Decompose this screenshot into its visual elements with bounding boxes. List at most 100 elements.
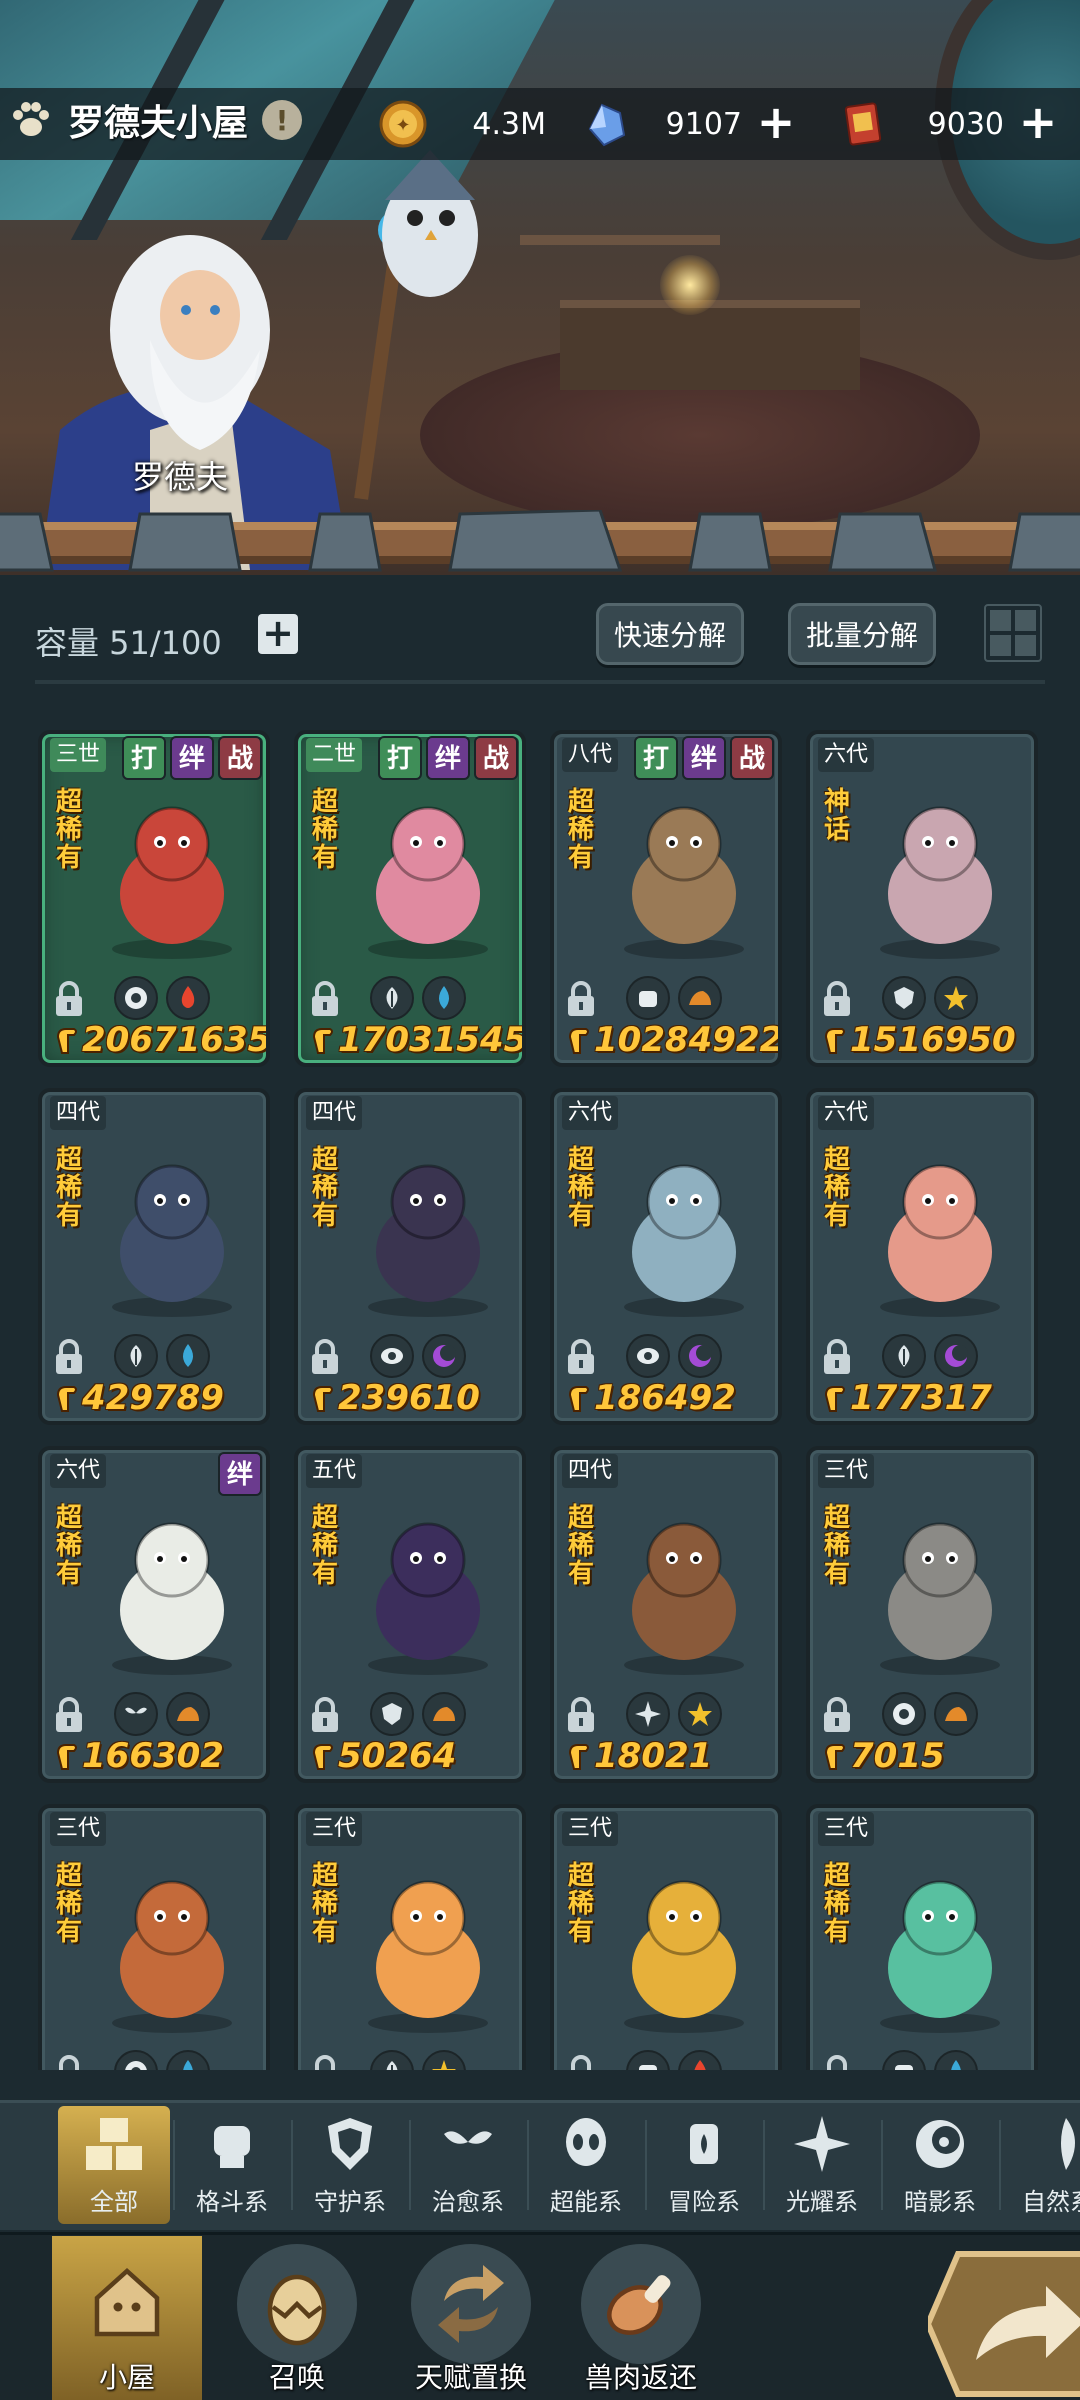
pet-card[interactable]: 六代 超稀有 177317: [806, 1088, 1038, 1425]
meat-icon: [607, 2275, 671, 2335]
power-display: 1516950: [820, 1020, 1016, 1060]
add-ticket-button[interactable]: +: [1016, 99, 1060, 146]
rock-icon: [934, 1692, 978, 1736]
lock-icon[interactable]: [820, 1338, 854, 1376]
category-tab[interactable]: 超能系: [530, 2106, 642, 2224]
rock-icon: [678, 976, 722, 1020]
nav-item[interactable]: 召唤: [222, 2236, 372, 2400]
power-display: 7015: [820, 1736, 945, 1776]
power-fist-icon: [824, 1386, 845, 1412]
power-value: 429789: [82, 1378, 224, 1418]
creature-portrait: [624, 1522, 744, 1675]
pet-card[interactable]: 三代 超稀有: [294, 1804, 526, 2070]
rock-icon: [422, 1692, 466, 1736]
blue-crystal-icon: [588, 103, 626, 147]
pet-card[interactable]: 四代 超稀有 429789: [38, 1088, 270, 1425]
nav-item[interactable]: 天赋置换: [396, 2236, 546, 2400]
power-fist-icon: [56, 1744, 77, 1770]
info-icon[interactable]: !: [262, 100, 303, 140]
creature-portrait: [112, 1164, 232, 1317]
lock-icon[interactable]: [820, 980, 854, 1018]
desk: [560, 300, 860, 390]
lock-icon[interactable]: [52, 1338, 86, 1376]
category-separator: [763, 2120, 765, 2210]
divider: [35, 680, 1045, 684]
category-label: 格斗系: [196, 2188, 268, 2216]
grid-view-icon[interactable]: [984, 604, 1042, 662]
water-icon: [166, 1334, 210, 1378]
attribute-icons: [626, 1692, 722, 1736]
category-tab[interactable]: 光耀系: [766, 2106, 878, 2224]
category-tab[interactable]: 格斗系: [176, 2106, 288, 2224]
lock-icon[interactable]: [820, 1696, 854, 1734]
rarity-label: 超稀有: [567, 1145, 594, 1231]
rarity-label: 超稀有: [311, 1861, 338, 1947]
lock-icon[interactable]: [308, 2054, 342, 2070]
lock-icon[interactable]: [52, 2054, 86, 2070]
lock-icon[interactable]: [564, 1696, 598, 1734]
generation-badge: 三世: [50, 738, 107, 772]
pet-card[interactable]: 三世打绊战超稀有 20671635: [38, 730, 270, 1067]
pet-card[interactable]: 八代打绊战超稀有 10284922: [550, 730, 782, 1067]
app-root: { "header": { "title": "罗德夫小屋", "npc_nam…: [0, 0, 1080, 2400]
creature-portrait: [112, 806, 232, 959]
generation-badge: 四代: [306, 1096, 363, 1130]
nav-item[interactable]: 小屋: [52, 2236, 202, 2400]
nav-item[interactable]: 兽肉返还: [566, 2236, 716, 2400]
category-tab[interactable]: 冒险系: [648, 2106, 760, 2224]
lock-icon[interactable]: [564, 980, 598, 1018]
nav-label: 召唤: [268, 2361, 325, 2394]
category-tab[interactable]: 自然系: [1002, 2106, 1080, 2224]
lock-icon[interactable]: [308, 1338, 342, 1376]
generation-badge: 八代: [562, 738, 619, 772]
creature-portrait: [880, 1880, 1000, 2033]
rarity-label: 超稀有: [823, 1503, 850, 1589]
pet-card[interactable]: 六代 超稀有 186492: [550, 1088, 782, 1425]
lock-icon[interactable]: [820, 2054, 854, 2070]
pet-card[interactable]: 三代 超稀有: [38, 1804, 270, 2070]
eye-icon: [370, 1334, 414, 1378]
power-display: 177317: [820, 1378, 992, 1418]
lock-icon[interactable]: [308, 980, 342, 1018]
attribute-icons: [882, 1334, 978, 1378]
batch-decompose-button[interactable]: 批量分解: [788, 603, 936, 665]
fist-icon: [882, 2050, 926, 2070]
rarity-label: 超稀有: [55, 787, 82, 873]
generation-badge: 三代: [818, 1454, 875, 1488]
crescent-eye-icon: [916, 2120, 964, 2168]
quick-decompose-button[interactable]: 快速分解: [596, 603, 744, 665]
arrow-go-button[interactable]: [928, 2248, 1080, 2400]
category-tab[interactable]: 治愈系: [412, 2106, 524, 2224]
lock-icon[interactable]: [564, 2054, 598, 2070]
pet-card[interactable]: 五代 超稀有 50264: [294, 1446, 526, 1783]
lock-icon[interactable]: [52, 980, 86, 1018]
pet-card[interactable]: 六代 神话 1516950: [806, 730, 1038, 1067]
pet-card[interactable]: 三代 超稀有: [550, 1804, 782, 2070]
pet-card[interactable]: 六代绊超稀有 166302: [38, 1446, 270, 1783]
category-tab[interactable]: 全部: [58, 2106, 170, 2224]
attribute-icons: [882, 2050, 978, 2070]
expand-capacity-button[interactable]: +: [258, 614, 298, 654]
category-tab[interactable]: 暗影系: [884, 2106, 996, 2224]
pet-card[interactable]: 三代 超稀有: [806, 1804, 1038, 2070]
power-display: 10284922: [564, 1020, 778, 1060]
pet-card[interactable]: 二世打绊战超稀有 17031545: [294, 730, 526, 1067]
shield-icon: [328, 2118, 372, 2170]
attribute-icons: [882, 976, 978, 1020]
power-fist-icon: [56, 1028, 77, 1054]
power-display: 186492: [564, 1378, 736, 1418]
add-crystal-button[interactable]: +: [754, 99, 798, 146]
lock-icon[interactable]: [564, 1338, 598, 1376]
pet-card[interactable]: 四代 超稀有 239610: [294, 1088, 526, 1425]
pet-card[interactable]: 四代 超稀有 18021: [550, 1446, 782, 1783]
creature-portrait: [624, 806, 744, 959]
fist-icon: [626, 2050, 670, 2070]
pet-card[interactable]: 三代超稀有 7015: [806, 1446, 1038, 1783]
attribute-icons: [626, 1334, 722, 1378]
category-tab[interactable]: 守护系: [294, 2106, 406, 2224]
power-fist-icon: [824, 1028, 845, 1054]
attribute-icons: [882, 1692, 978, 1736]
leaf-icon: [114, 1334, 158, 1378]
lock-icon[interactable]: [308, 1696, 342, 1734]
lock-icon[interactable]: [52, 1696, 86, 1734]
